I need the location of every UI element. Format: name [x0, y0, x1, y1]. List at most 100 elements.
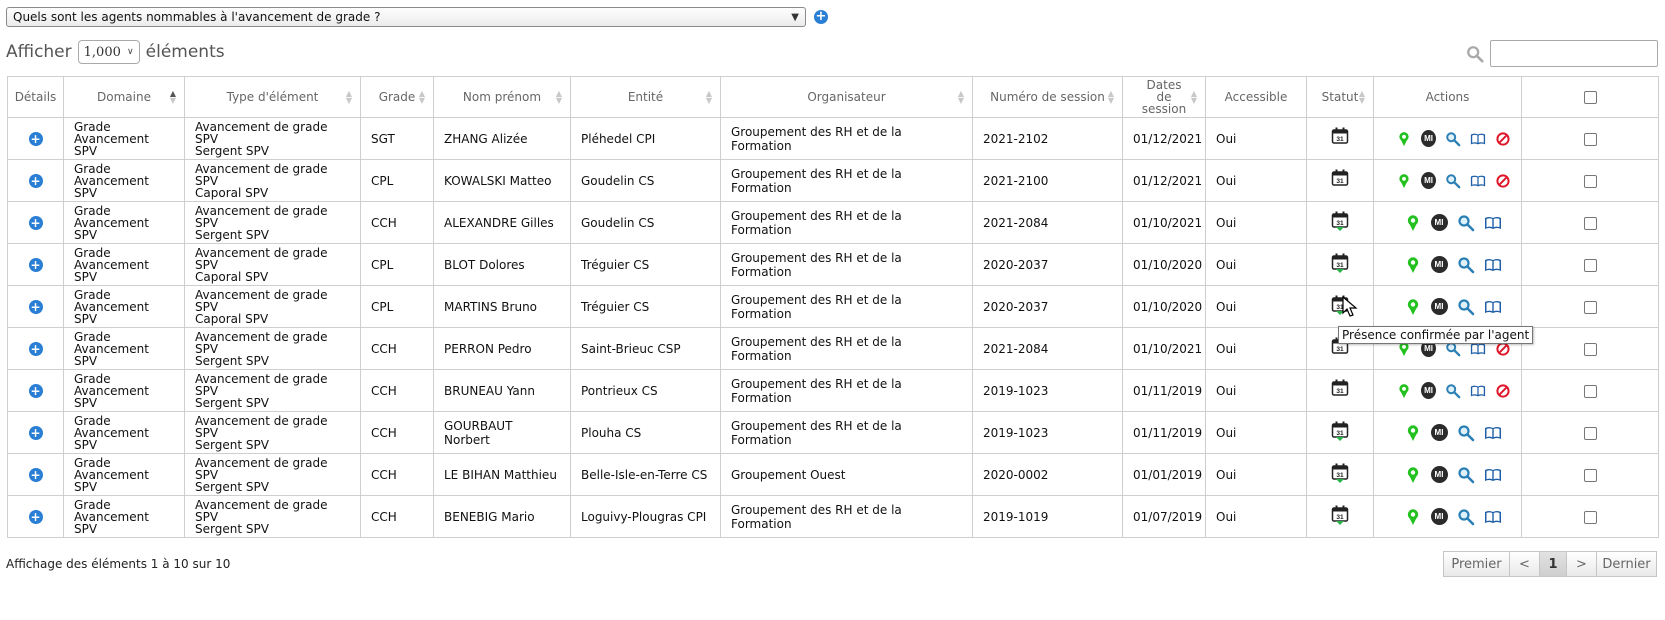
location-pin-icon[interactable] — [1404, 508, 1422, 526]
type-cell: Avancement de grade SPV Caporal SPV — [184, 285, 361, 328]
details-cell: + — [7, 285, 64, 328]
cancel-icon[interactable] — [1495, 130, 1511, 148]
pager-last-button[interactable]: Dernier — [1596, 551, 1657, 577]
type-cell: Avancement de grade SPV Sergent SPV — [184, 201, 361, 244]
col-domaine[interactable]: Domaine ▲ ▼ — [63, 76, 185, 118]
calendar-icon[interactable]: 31 — [1331, 169, 1349, 193]
pager-first-button[interactable]: Premier — [1443, 551, 1510, 577]
expand-details-icon[interactable]: + — [28, 383, 43, 398]
book-icon[interactable] — [1470, 382, 1486, 400]
entite-cell: Belle-Isle-en-Terre CS — [570, 453, 721, 496]
book-icon[interactable] — [1484, 298, 1502, 316]
expand-details-icon[interactable]: + — [28, 341, 43, 356]
book-icon[interactable] — [1470, 130, 1486, 148]
session-cell: 2020-2037 — [972, 243, 1123, 286]
location-pin-icon[interactable] — [1396, 172, 1412, 190]
magnifier-icon[interactable] — [1445, 172, 1461, 190]
mi-badge-icon[interactable]: MI — [1430, 214, 1448, 231]
col-grade[interactable]: Grade ▲ ▼ — [360, 76, 434, 118]
location-pin-icon[interactable] — [1396, 130, 1412, 148]
calendar-confirmed-icon[interactable]: 31 — [1331, 463, 1349, 487]
col-nom[interactable]: Nom prénom ▲ ▼ — [433, 76, 571, 118]
location-pin-icon[interactable] — [1396, 382, 1412, 400]
magnifier-icon[interactable] — [1457, 214, 1475, 232]
calendar-confirmed-icon[interactable]: 31 — [1331, 211, 1349, 235]
book-icon[interactable] — [1470, 172, 1486, 190]
magnifier-icon[interactable] — [1445, 382, 1461, 400]
magnifier-icon[interactable] — [1457, 298, 1475, 316]
cancel-icon[interactable] — [1495, 382, 1511, 400]
location-pin-icon[interactable] — [1404, 298, 1422, 316]
pager-next-button[interactable]: > — [1566, 551, 1597, 577]
mi-badge-icon[interactable]: MI — [1420, 172, 1437, 189]
location-pin-icon[interactable] — [1404, 424, 1422, 442]
row-checkbox[interactable] — [1583, 174, 1597, 188]
mi-badge-icon[interactable]: MI — [1430, 298, 1448, 315]
mi-badge-icon[interactable]: MI — [1430, 424, 1448, 441]
col-dates[interactable]: Dates de session ▲ ▼ — [1122, 76, 1206, 118]
expand-details-icon[interactable]: + — [28, 131, 43, 146]
add-query-icon[interactable]: + — [814, 10, 828, 24]
magnifier-icon[interactable] — [1445, 130, 1461, 148]
query-select[interactable]: Quels sont les agents nommables à l'avan… — [6, 7, 806, 27]
mi-badge-icon[interactable]: MI — [1430, 508, 1448, 525]
row-checkbox[interactable] — [1583, 342, 1597, 356]
mi-badge-icon[interactable]: MI — [1420, 382, 1437, 399]
cancel-icon[interactable] — [1495, 172, 1511, 190]
calendar-confirmed-icon[interactable]: 31 — [1331, 421, 1349, 445]
expand-details-icon[interactable]: + — [28, 173, 43, 188]
location-pin-icon[interactable] — [1404, 256, 1422, 274]
calendar-confirmed-icon[interactable]: 31 — [1331, 253, 1349, 277]
date-cell: 01/07/2019 — [1122, 495, 1206, 538]
mouse-cursor-icon — [1342, 296, 1358, 317]
location-pin-icon[interactable] — [1404, 214, 1422, 232]
expand-details-icon[interactable]: + — [28, 257, 43, 272]
expand-details-icon[interactable]: + — [28, 509, 43, 524]
pager-page-1[interactable]: 1 — [1539, 551, 1567, 577]
mi-badge-icon[interactable]: MI — [1430, 466, 1448, 483]
row-checkbox[interactable] — [1583, 510, 1597, 524]
length-select[interactable]: 1,000 ∨ — [77, 40, 140, 64]
calendar-confirmed-icon[interactable]: 31 — [1331, 505, 1349, 529]
col-type[interactable]: Type d'élément ▲ ▼ — [184, 76, 361, 118]
magnifier-icon[interactable] — [1457, 424, 1475, 442]
select-cell — [1521, 369, 1659, 412]
nom-cell: GOURBAUT Norbert — [433, 411, 571, 454]
nom-cell: BRUNEAU Yann — [433, 369, 571, 412]
expand-details-icon[interactable]: + — [28, 299, 43, 314]
calendar-icon[interactable]: 31 — [1331, 127, 1349, 151]
col-session[interactable]: Numéro de session ▲ ▼ — [972, 76, 1123, 118]
expand-details-icon[interactable]: + — [28, 467, 43, 482]
book-icon[interactable] — [1484, 466, 1502, 484]
location-pin-icon[interactable] — [1404, 466, 1422, 484]
pager-prev-button[interactable]: < — [1509, 551, 1540, 577]
col-organisateur[interactable]: Organisateur ▲ ▼ — [720, 76, 973, 118]
magnifier-icon[interactable] — [1457, 508, 1475, 526]
expand-details-icon[interactable]: + — [28, 425, 43, 440]
book-icon[interactable] — [1484, 424, 1502, 442]
row-checkbox[interactable] — [1583, 216, 1597, 230]
magnifier-icon[interactable] — [1457, 466, 1475, 484]
magnifier-icon[interactable] — [1457, 256, 1475, 274]
select-all-checkbox[interactable] — [1583, 90, 1597, 104]
search-input[interactable] — [1490, 40, 1658, 67]
col-statut[interactable]: Statut ▲ ▼ — [1306, 76, 1374, 118]
mi-badge-icon[interactable]: MI — [1420, 130, 1437, 147]
book-icon[interactable] — [1484, 508, 1502, 526]
book-icon[interactable] — [1484, 214, 1502, 232]
col-select-all[interactable] — [1521, 76, 1659, 118]
row-checkbox[interactable] — [1583, 258, 1597, 272]
col-accessible[interactable]: Accessible — [1205, 76, 1307, 118]
row-checkbox[interactable] — [1583, 468, 1597, 482]
calendar-icon[interactable]: 31 — [1331, 337, 1349, 361]
calendar-icon[interactable]: 31 — [1331, 379, 1349, 403]
row-checkbox[interactable] — [1583, 132, 1597, 146]
row-checkbox[interactable] — [1583, 300, 1597, 314]
expand-details-icon[interactable]: + — [28, 215, 43, 230]
col-entite[interactable]: Entité ▲ ▼ — [570, 76, 721, 118]
book-icon[interactable] — [1484, 256, 1502, 274]
row-checkbox[interactable] — [1583, 384, 1597, 398]
grade-cell: CCH — [360, 411, 434, 454]
mi-badge-icon[interactable]: MI — [1430, 256, 1448, 273]
row-checkbox[interactable] — [1583, 426, 1597, 440]
